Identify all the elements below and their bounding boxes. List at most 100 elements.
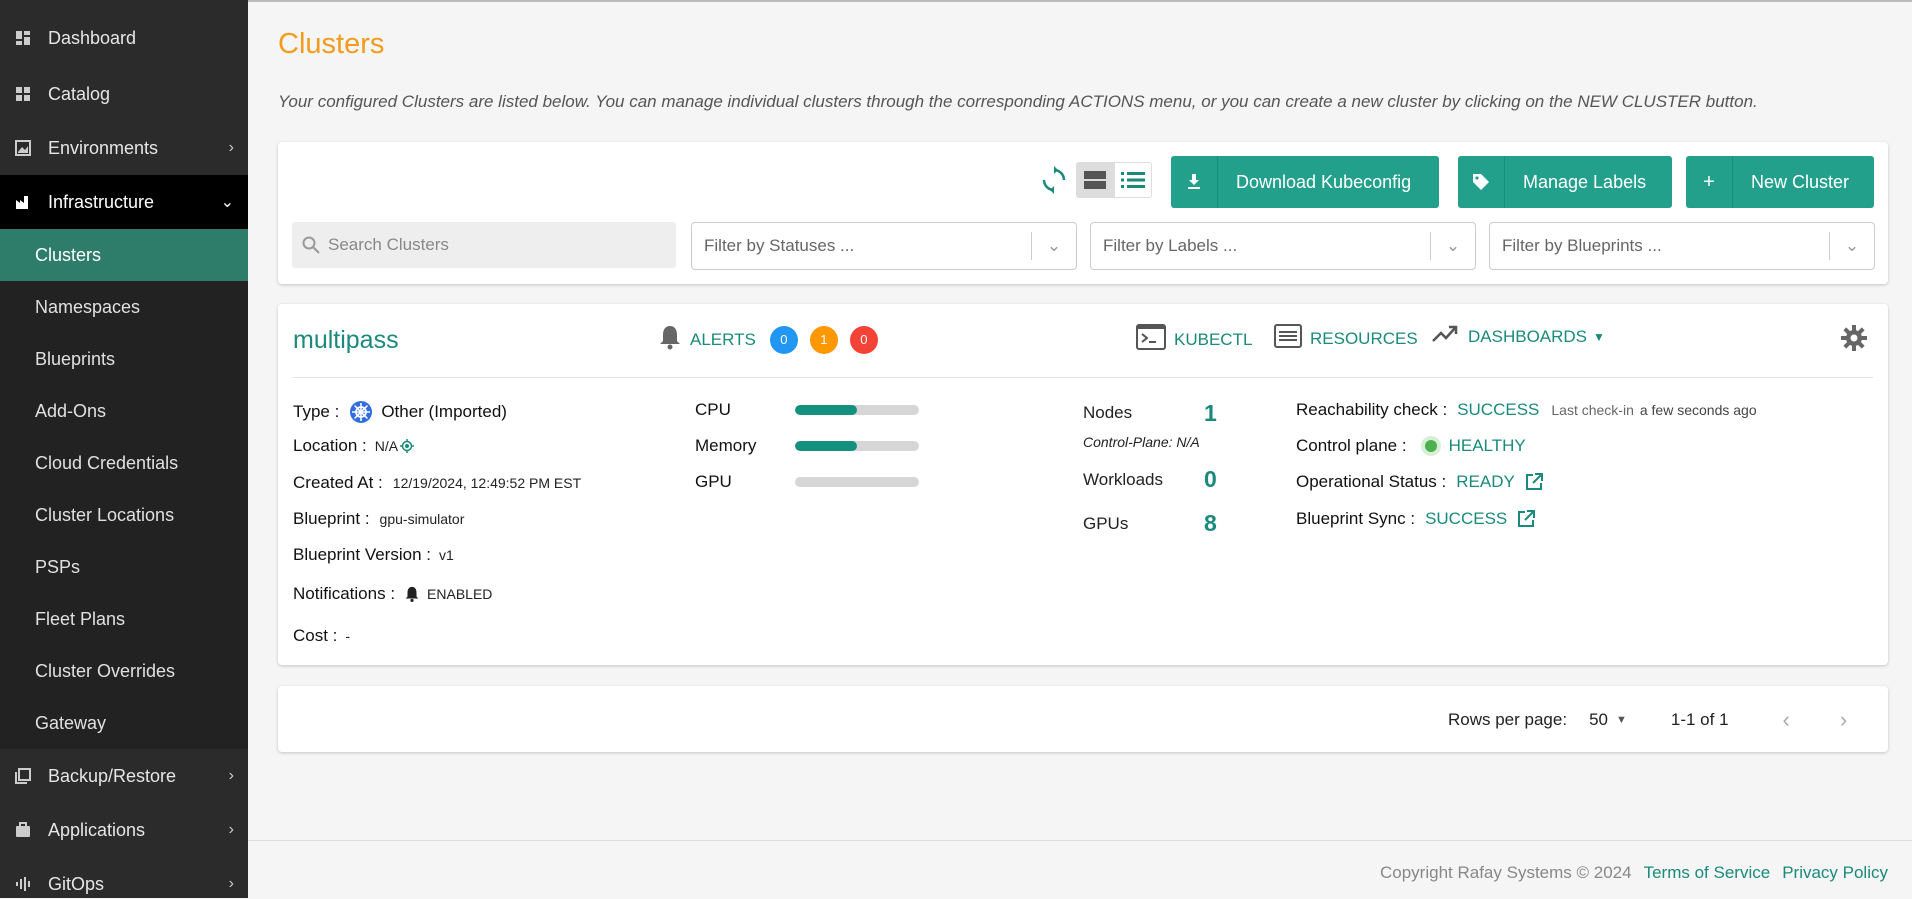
sidebar-item-label: Clusters xyxy=(35,244,102,265)
sidebar-item-infrastructure[interactable]: Infrastructure ⌄ xyxy=(0,175,248,229)
chevron-right-icon: › xyxy=(228,767,234,784)
sidebar-item-label: Catalog xyxy=(48,83,111,104)
sidebar-item-cluster-locations[interactable]: Cluster Locations xyxy=(0,489,248,541)
sidebar-item-gateway[interactable]: Gateway xyxy=(0,697,248,749)
list-view-toggle[interactable] xyxy=(1114,162,1152,198)
location-target-icon[interactable] xyxy=(400,439,415,453)
new-cluster-button[interactable]: + New Cluster xyxy=(1686,156,1874,208)
workloads-count: 0 xyxy=(1204,466,1217,492)
sidebar: Dashboard Catalog Environments › Infrast… xyxy=(0,0,248,898)
filter-labels-select[interactable]: Filter by Labels ... ⌄ xyxy=(1090,222,1476,270)
footer-links: Copyright Rafay Systems © 2024 Terms of … xyxy=(1380,863,1888,883)
card-view-toggle[interactable] xyxy=(1076,162,1114,198)
card-view-icon xyxy=(1084,171,1106,189)
privacy-link[interactable]: Privacy Policy xyxy=(1782,863,1888,883)
sidebar-item-clusters[interactable]: Clusters xyxy=(0,229,248,281)
chevron-right-icon: › xyxy=(228,139,234,156)
gpus-count: 8 xyxy=(1204,510,1217,536)
rows-per-page-label: Rows per page: xyxy=(1448,710,1568,729)
dashboards-dropdown[interactable]: DASHBOARDS ▼ xyxy=(1432,324,1605,349)
sidebar-item-label: Backup/Restore xyxy=(48,765,177,786)
sidebar-item-label: Applications xyxy=(48,819,146,840)
sidebar-item-label: Infrastructure xyxy=(48,191,155,212)
sidebar-item-label: PSPs xyxy=(35,556,81,577)
sidebar-item-catalog[interactable]: Catalog xyxy=(0,67,248,121)
sidebar-item-namespaces[interactable]: Namespaces xyxy=(0,281,248,333)
plus-icon: + xyxy=(1686,156,1733,208)
search-input[interactable]: Search Clusters xyxy=(292,222,676,268)
page-title: Clusters xyxy=(278,28,385,60)
sidebar-item-label: Cloud Credentials xyxy=(35,452,179,473)
chevron-down-icon: ⌄ xyxy=(220,194,234,211)
top-divider xyxy=(248,0,1912,2)
terms-link[interactable]: Terms of Service xyxy=(1644,863,1771,883)
cpu-usage-bar xyxy=(795,405,919,415)
prev-page-icon[interactable]: ‹ xyxy=(1783,707,1790,733)
filter-placeholder: Filter by Labels ... xyxy=(1103,236,1238,255)
sidebar-item-label: Gateway xyxy=(35,712,107,733)
blueprint-sync-link[interactable]: SUCCESS xyxy=(1425,509,1507,529)
cpu-usage-fill xyxy=(795,405,857,415)
resources-button[interactable]: RESOURCES xyxy=(1274,324,1418,353)
sidebar-item-cloud-credentials[interactable]: Cloud Credentials xyxy=(0,437,248,489)
operational-status-link[interactable]: READY xyxy=(1456,472,1515,492)
sidebar-item-label: Environments xyxy=(48,137,159,158)
filter-blueprints-select[interactable]: Filter by Blueprints ... ⌄ xyxy=(1489,222,1875,270)
caret-down-icon: ▼ xyxy=(1593,329,1605,344)
nodes-count: 1 xyxy=(1204,400,1217,426)
sidebar-item-label: Namespaces xyxy=(35,296,141,317)
blueprint-version-row: Blueprint Version : v1 xyxy=(293,545,454,564)
alerts-group[interactable]: ALERTS 0 1 0 xyxy=(656,323,878,356)
card-divider xyxy=(293,377,1873,378)
sidebar-item-psps[interactable]: PSPs xyxy=(0,541,248,593)
kubernetes-icon xyxy=(349,400,373,424)
refresh-icon[interactable] xyxy=(1042,166,1066,199)
search-icon xyxy=(292,236,328,254)
sidebar-item-label: Dashboard xyxy=(48,27,137,48)
dashboard-icon xyxy=(14,29,32,47)
external-link-icon[interactable] xyxy=(1525,473,1543,491)
bell-icon xyxy=(656,323,684,356)
alerts-label: ALERTS xyxy=(690,329,756,349)
alert-count-info: 0 xyxy=(769,325,798,354)
sidebar-item-backup-restore[interactable]: Backup/Restore › xyxy=(0,749,248,803)
chevron-right-icon: › xyxy=(228,821,234,838)
cluster-name-link[interactable]: multipass xyxy=(293,326,399,355)
page-range: 1-1 of 1 xyxy=(1670,710,1729,729)
workloads-label: Workloads xyxy=(1083,470,1163,489)
external-link-icon[interactable] xyxy=(1517,510,1536,528)
chevron-down-icon: ⌄ xyxy=(1844,236,1860,255)
sidebar-item-environments[interactable]: Environments › xyxy=(0,121,248,175)
list-icon xyxy=(1274,324,1302,353)
sidebar-item-label: Cluster Locations xyxy=(35,504,175,525)
control-plane-note: Control-Plane: N/A xyxy=(1083,434,1200,450)
search-placeholder: Search Clusters xyxy=(328,235,449,254)
factory-icon xyxy=(14,193,32,211)
sidebar-item-applications[interactable]: Applications › xyxy=(0,803,248,857)
pagination: Rows per page: 50 ▼ 1-1 of 1 ‹ › xyxy=(1448,707,1847,733)
sidebar-item-gitops[interactable]: GitOps › xyxy=(0,857,248,898)
blueprint-row: Blueprint : gpu-simulator xyxy=(293,509,465,528)
gear-icon[interactable] xyxy=(1840,324,1868,357)
memory-usage-row: Memory xyxy=(695,436,919,456)
sidebar-item-blueprints[interactable]: Blueprints xyxy=(0,333,248,385)
kubectl-button[interactable]: KUBECTL xyxy=(1136,324,1252,355)
sidebar-item-dashboard[interactable]: Dashboard xyxy=(0,11,248,65)
image-icon xyxy=(14,139,32,157)
next-page-icon[interactable]: › xyxy=(1840,707,1847,733)
tag-icon xyxy=(1458,156,1505,208)
cpu-usage-row: CPU xyxy=(695,400,919,420)
alert-count-warning: 1 xyxy=(809,325,838,354)
cost-row: Cost : - xyxy=(293,626,351,645)
alert-count-critical: 0 xyxy=(849,325,878,354)
manage-labels-button[interactable]: Manage Labels xyxy=(1458,156,1672,208)
rows-per-page-select[interactable]: 50 ▼ xyxy=(1589,710,1627,730)
filter-placeholder: Filter by Statuses ... xyxy=(704,236,855,255)
sidebar-item-fleet-plans[interactable]: Fleet Plans xyxy=(0,593,248,645)
download-kubeconfig-button[interactable]: Download Kubeconfig xyxy=(1171,156,1439,208)
sidebar-item-cluster-overrides[interactable]: Cluster Overrides xyxy=(0,645,248,697)
sidebar-item-label: Fleet Plans xyxy=(35,608,126,629)
filter-statuses-select[interactable]: Filter by Statuses ... ⌄ xyxy=(691,222,1077,270)
gpu-usage-row: GPU xyxy=(695,472,919,492)
sidebar-item-addons[interactable]: Add-Ons xyxy=(0,385,248,437)
